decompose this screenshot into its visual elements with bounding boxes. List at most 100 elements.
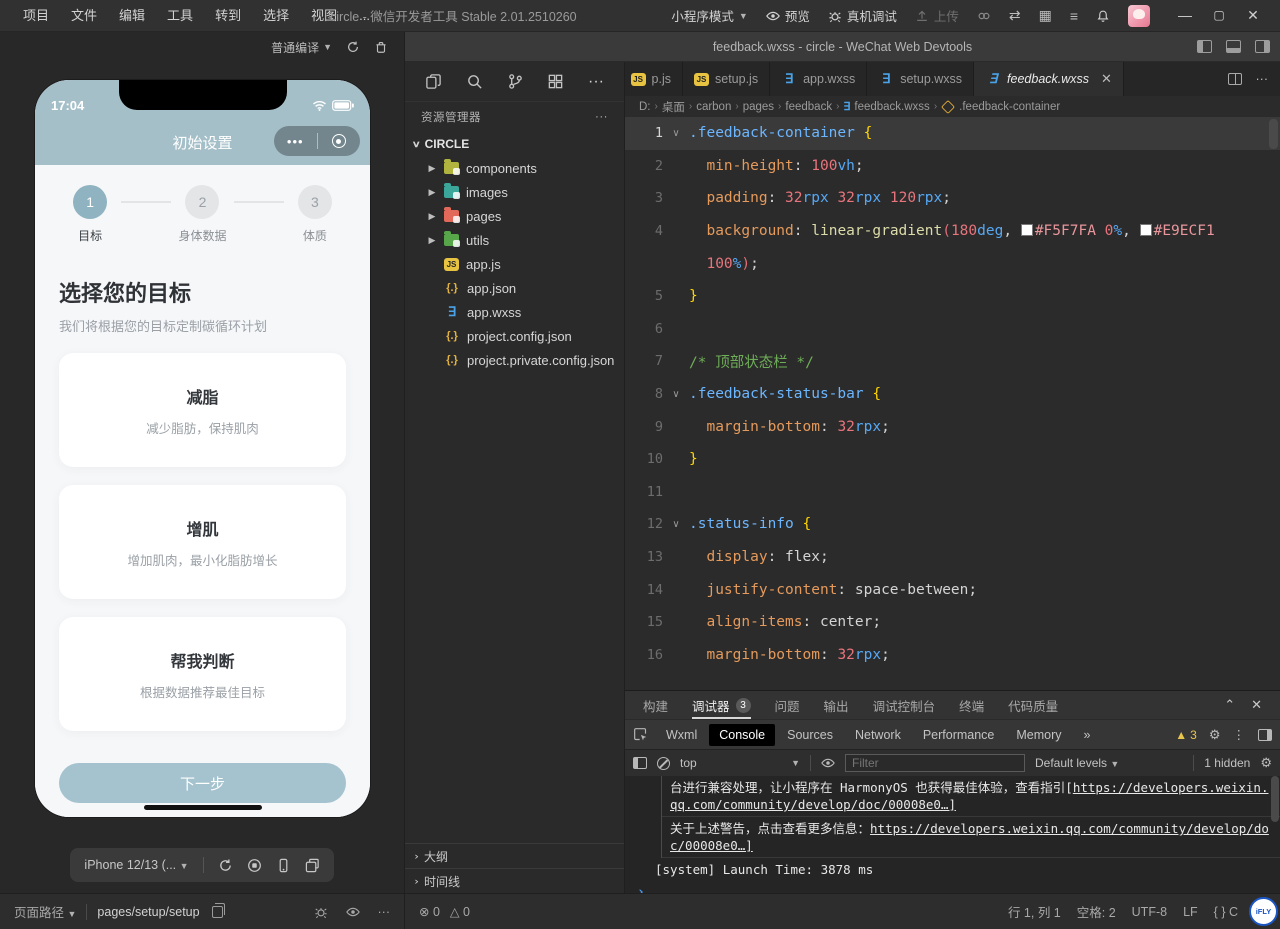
tab-setup.wxss[interactable]: ∃setup.wxss [867,62,974,96]
breadcrumb-item[interactable]: feedback [785,101,832,113]
debugger-tab-代码质量[interactable]: 代码质量 [1008,691,1058,719]
breadcrumb-item[interactable]: .feedback-container [959,101,1060,113]
devtools-settings-icon[interactable]: ⚙ [1209,727,1221,743]
console-settings-icon[interactable]: ⚙ [1260,755,1272,771]
maximize-button[interactable]: ▢ [1202,0,1236,31]
tree-item-images[interactable]: ▶images [405,180,624,204]
tab-feedback.wxss[interactable]: ∃feedback.wxss✕ [974,62,1124,96]
tree-item-project.config.json[interactable]: {.}project.config.json [405,324,624,348]
toggle-right-panel-icon[interactable] [1255,40,1270,53]
grid-icon[interactable]: ▦ [1039,7,1052,24]
context-selector[interactable]: top▼ [680,756,800,770]
breadcrumb-item[interactable]: carbon [696,101,731,113]
devtools-tab-memory[interactable]: Memory [1006,724,1071,746]
step-体质[interactable]: 3体质 [284,185,346,244]
explorer-more-icon[interactable]: ··· [595,111,608,123]
section-大纲[interactable]: ›大纲 [405,843,624,868]
copy-icon[interactable] [212,906,223,918]
bug-icon[interactable] [314,905,328,919]
toggle-left-panel-icon[interactable] [1197,40,1212,53]
devtools-tab-network[interactable]: Network [845,724,911,746]
inspect-element-icon[interactable] [633,727,648,742]
user-avatar[interactable] [1128,5,1150,27]
menu-选择[interactable]: 选择 [254,0,298,31]
console-sidebar-icon[interactable] [633,757,647,769]
cursor-position[interactable]: 行 1, 列 1 [1008,902,1061,921]
devtools-tab-performance[interactable]: Performance [913,724,1005,746]
devtools-tab-wxml[interactable]: Wxml [656,724,707,746]
debugger-tab-输出[interactable]: 输出 [824,691,849,719]
step-目标[interactable]: 1目标 [59,185,121,244]
menu-编辑[interactable]: 编辑 [110,0,154,31]
tab-app.wxss[interactable]: ∃app.wxss [770,62,867,96]
eye-icon[interactable] [346,905,360,919]
upload-button[interactable]: 上传 [915,6,959,25]
toggle-bottom-panel-icon[interactable] [1226,40,1241,53]
device-debug-button[interactable]: 真机调试 [828,6,897,25]
debugger-tab-构建[interactable]: 构建 [643,691,668,719]
console-scrollbar[interactable] [1271,776,1279,822]
files-icon[interactable] [425,73,442,90]
close-miniapp-button[interactable] [318,134,361,148]
editor-scrollbar[interactable] [1269,119,1278,149]
more-icon[interactable]: ··· [378,905,391,919]
color-swatch[interactable] [1140,224,1152,236]
search-icon[interactable] [466,73,483,90]
devtools-menu-icon[interactable]: ⋮ [1233,727,1247,742]
more-button[interactable]: ••• [274,134,317,149]
more-tabs-icon[interactable]: » [1074,724,1101,746]
path-label[interactable]: 页面路径 ▼ [14,902,76,921]
git-branch-icon[interactable] [507,73,524,90]
color-swatch[interactable] [1021,224,1033,236]
menu-项目[interactable]: 项目 [14,0,58,31]
fold-icon[interactable]: ∨ [663,519,689,530]
tree-item-app.wxss[interactable]: ∃app.wxss [405,300,624,324]
preview-button[interactable]: 预览 [766,6,810,25]
compile-mode-selector[interactable]: 普通编译▼ [271,39,332,56]
minimize-button[interactable]: — [1168,0,1202,31]
encoding[interactable]: UTF-8 [1132,905,1167,919]
swap-icon[interactable]: ⇄ [1009,7,1021,24]
editor-more-icon[interactable]: ··· [1256,72,1269,86]
console-prompt[interactable]: › [625,881,1280,893]
close-panel-icon[interactable]: ✕ [1251,697,1262,713]
debugger-tab-终端[interactable]: 终端 [959,691,984,719]
close-button[interactable]: ✕ [1236,0,1270,31]
split-editor-icon[interactable] [1228,73,1242,85]
tab-p.js[interactable]: JSp.js [625,62,683,96]
undock-icon[interactable] [1258,729,1272,741]
device-selector[interactable]: iPhone 12/13 (... ▼ [84,858,188,872]
console-filter-input[interactable] [845,754,1025,772]
link-icon[interactable] [977,9,991,23]
section-时间线[interactable]: ›时间线 [405,868,624,893]
multi-window-icon[interactable] [305,858,320,873]
goal-card-增肌[interactable]: 增肌增加肌肉，最小化脂肪增长 [59,485,346,599]
indentation[interactable]: 空格: 2 [1077,902,1116,921]
eye-icon[interactable] [821,756,835,770]
extensions-icon[interactable] [547,73,564,90]
warning-count[interactable]: ▲3 [1175,728,1197,742]
bell-icon[interactable] [1096,9,1110,23]
tab-setup.js[interactable]: JSsetup.js [683,62,770,96]
rotate-device-icon[interactable] [276,858,291,873]
goal-card-帮我判断[interactable]: 帮我判断根据数据推荐最佳目标 [59,617,346,731]
breadcrumb-item[interactable]: pages [743,101,774,113]
warning-count[interactable]: △ 0 [450,904,470,919]
clear-cache-icon[interactable] [374,40,388,54]
fold-icon[interactable]: ∨ [663,389,689,400]
debugger-tab-调试器[interactable]: 调试器3 [692,691,751,719]
breadcrumb-item[interactable]: D: [639,101,651,113]
code-editor[interactable]: 1∨.feedback-container {2 min-height: 100… [625,117,1280,690]
tree-item-pages[interactable]: ▶pages [405,204,624,228]
stop-icon[interactable] [247,858,262,873]
devtools-tab-sources[interactable]: Sources [777,724,843,746]
error-count[interactable]: ⊗ 0 [419,904,440,919]
refresh-icon[interactable] [218,858,233,873]
breadcrumb-item[interactable]: 桌面 [662,99,685,115]
tree-item-app.js[interactable]: JSapp.js [405,252,624,276]
tree-item-utils[interactable]: ▶utils [405,228,624,252]
tree-item-components[interactable]: ▶components [405,156,624,180]
recompile-icon[interactable] [346,40,360,54]
eol-type[interactable]: LF [1183,905,1198,919]
clear-console-icon[interactable] [657,757,670,770]
